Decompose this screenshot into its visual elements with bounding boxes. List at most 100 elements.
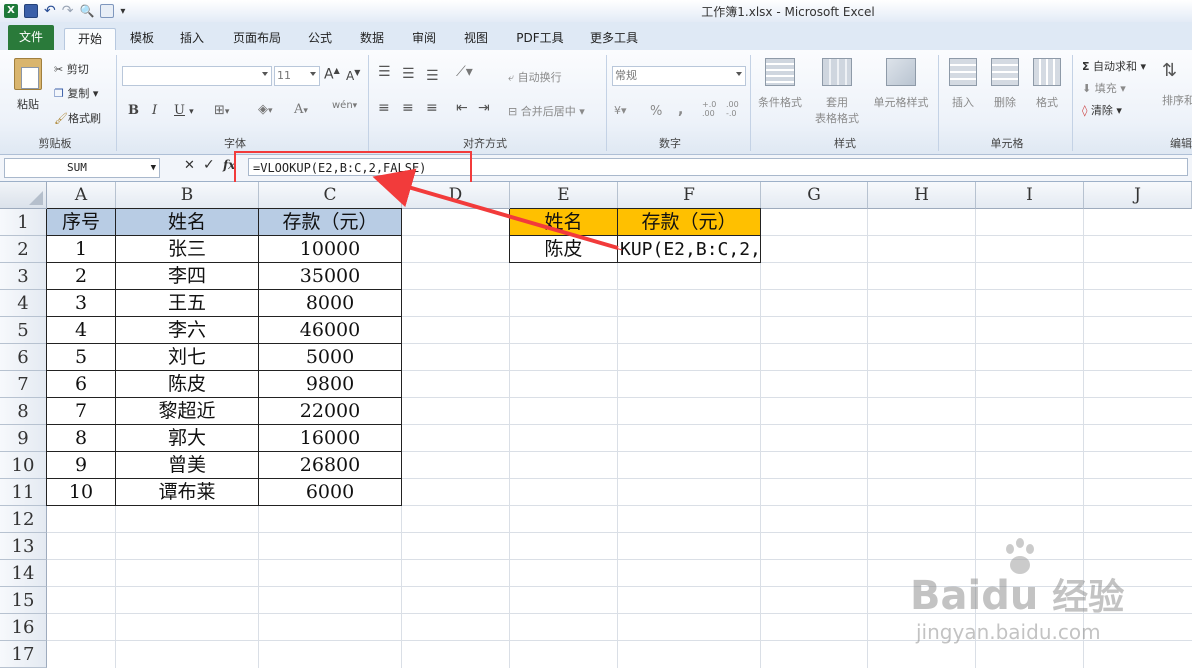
row-header[interactable]: 9 bbox=[0, 425, 47, 452]
percent-button[interactable]: % bbox=[650, 104, 662, 119]
conditional-format-button[interactable]: 条件格式 bbox=[756, 58, 804, 110]
lookup-header-cell[interactable]: 姓名 bbox=[510, 209, 618, 236]
table-cell[interactable]: 谭布莱 bbox=[116, 479, 259, 506]
column-header-e[interactable]: E bbox=[510, 182, 618, 209]
fill-color-button[interactable]: ◈▾ bbox=[258, 102, 273, 117]
row-header[interactable]: 13 bbox=[0, 533, 47, 560]
delete-cells-button[interactable]: 删除 bbox=[988, 58, 1022, 110]
phonetic-button[interactable]: wén▾ bbox=[332, 100, 357, 111]
row-header[interactable]: 8 bbox=[0, 398, 47, 425]
increase-indent-icon[interactable]: ⇥ bbox=[478, 100, 490, 116]
table-cell[interactable]: 李六 bbox=[116, 317, 259, 344]
cut-button[interactable]: ✂ 剪切 bbox=[54, 61, 89, 77]
tab-pdf-tools[interactable]: PDF工具 bbox=[508, 28, 572, 50]
tab-insert[interactable]: 插入 bbox=[170, 28, 214, 50]
table-cell[interactable]: 2 bbox=[47, 263, 116, 290]
row-header[interactable]: 15 bbox=[0, 587, 47, 614]
tab-file[interactable]: 文件 bbox=[8, 25, 54, 50]
column-header-g[interactable]: G bbox=[761, 182, 868, 209]
autosum-button[interactable]: Σ 自动求和 ▾ bbox=[1082, 58, 1146, 74]
align-bottom-icon[interactable]: ☰ bbox=[426, 68, 439, 84]
table-cell[interactable]: 3 bbox=[47, 290, 116, 317]
row-header[interactable]: 16 bbox=[0, 614, 47, 641]
table-cell[interactable]: 7 bbox=[47, 398, 116, 425]
table-cell[interactable]: 22000 bbox=[259, 398, 402, 425]
bold-button[interactable]: B bbox=[128, 103, 139, 118]
lookup-name-cell[interactable]: 陈皮 bbox=[510, 236, 618, 263]
row-header[interactable]: 3 bbox=[0, 263, 47, 290]
table-cell[interactable]: 6000 bbox=[259, 479, 402, 506]
table-cell[interactable]: 陈皮 bbox=[116, 371, 259, 398]
underline-button[interactable]: U ▾ bbox=[174, 103, 194, 118]
tab-view[interactable]: 视图 bbox=[454, 28, 498, 50]
row-header[interactable]: 12 bbox=[0, 506, 47, 533]
border-button[interactable]: ⊞▾ bbox=[214, 103, 229, 118]
row-header[interactable]: 4 bbox=[0, 290, 47, 317]
tab-review[interactable]: 审阅 bbox=[402, 28, 446, 50]
table-cell[interactable]: 16000 bbox=[259, 425, 402, 452]
row-header[interactable]: 1 bbox=[0, 209, 47, 236]
grow-font-button[interactable]: A▲ bbox=[324, 66, 340, 83]
decrease-indent-icon[interactable]: ⇤ bbox=[456, 100, 468, 116]
column-header-c[interactable]: C bbox=[259, 182, 402, 209]
table-cell[interactable]: 王五 bbox=[116, 290, 259, 317]
table-cell[interactable]: 1 bbox=[47, 236, 116, 263]
table-cell[interactable]: 10000 bbox=[259, 236, 402, 263]
clear-button[interactable]: ◊ 清除 ▾ bbox=[1082, 102, 1122, 118]
select-all-corner[interactable] bbox=[0, 182, 47, 209]
lookup-result-cell-editing[interactable]: KUP(E2,B:C,2,F bbox=[618, 236, 761, 263]
font-name-select[interactable] bbox=[122, 66, 272, 86]
table-cell[interactable]: 曾美 bbox=[116, 452, 259, 479]
column-header-d[interactable]: D bbox=[402, 182, 510, 209]
align-center-icon[interactable]: ≡ bbox=[402, 100, 414, 116]
table-cell[interactable]: 8000 bbox=[259, 290, 402, 317]
tab-data[interactable]: 数据 bbox=[350, 28, 394, 50]
copy-button[interactable]: ❐ 复制 ▾ bbox=[54, 85, 98, 101]
table-cell[interactable]: 5 bbox=[47, 344, 116, 371]
name-box-dropdown-icon[interactable]: ▼ bbox=[151, 159, 156, 177]
row-header[interactable]: 17 bbox=[0, 641, 47, 668]
paste-button[interactable]: 粘贴 bbox=[10, 58, 46, 118]
table-header-cell[interactable]: 序号 bbox=[47, 209, 116, 236]
tab-page-layout[interactable]: 页面布局 bbox=[224, 28, 290, 50]
column-header-a[interactable]: A bbox=[47, 182, 116, 209]
tab-more-tools[interactable]: 更多工具 bbox=[582, 28, 646, 50]
number-format-select[interactable]: 常规 bbox=[612, 66, 746, 86]
table-cell[interactable]: 35000 bbox=[259, 263, 402, 290]
sort-filter-button[interactable]: ⇅ 排序和 bbox=[1162, 58, 1192, 108]
name-box[interactable]: SUM ▼ bbox=[4, 158, 160, 178]
enter-entry-icon[interactable]: ✓ bbox=[203, 157, 215, 173]
comma-button[interactable]: , bbox=[678, 102, 683, 118]
lookup-header-cell[interactable]: 存款（元） bbox=[618, 209, 761, 236]
format-as-table-button[interactable]: 套用 表格格式 bbox=[810, 58, 864, 126]
row-header[interactable]: 2 bbox=[0, 236, 47, 263]
table-cell[interactable]: 李四 bbox=[116, 263, 259, 290]
table-cell[interactable]: 张三 bbox=[116, 236, 259, 263]
row-header[interactable]: 6 bbox=[0, 344, 47, 371]
column-header-j[interactable]: J bbox=[1084, 182, 1192, 209]
table-cell[interactable]: 10 bbox=[47, 479, 116, 506]
table-cell[interactable]: 刘七 bbox=[116, 344, 259, 371]
font-color-button[interactable]: A▾ bbox=[294, 102, 308, 117]
row-header[interactable]: 14 bbox=[0, 560, 47, 587]
italic-button[interactable]: I bbox=[152, 103, 157, 118]
orientation-icon[interactable]: ⟋▾ bbox=[456, 64, 473, 80]
table-cell[interactable]: 26800 bbox=[259, 452, 402, 479]
row-header[interactable]: 10 bbox=[0, 452, 47, 479]
align-middle-icon[interactable]: ☰ bbox=[402, 66, 415, 82]
table-header-cell[interactable]: 姓名 bbox=[116, 209, 259, 236]
cell-styles-button[interactable]: 单元格样式 bbox=[870, 58, 932, 110]
shrink-font-button[interactable]: A▼ bbox=[346, 68, 360, 83]
tab-formulas[interactable]: 公式 bbox=[298, 28, 342, 50]
column-header-h[interactable]: H bbox=[868, 182, 976, 209]
wrap-text-button[interactable]: ⤶ 自动换行 bbox=[508, 69, 562, 85]
table-cell[interactable]: 4 bbox=[47, 317, 116, 344]
insert-cells-button[interactable]: 插入 bbox=[946, 58, 980, 110]
table-cell[interactable]: 郭大 bbox=[116, 425, 259, 452]
table-header-cell[interactable]: 存款（元） bbox=[259, 209, 402, 236]
merge-center-button[interactable]: ⊟ 合并后居中 ▾ bbox=[508, 103, 585, 119]
tab-home[interactable]: 开始 bbox=[64, 28, 116, 51]
column-header-i[interactable]: I bbox=[976, 182, 1084, 209]
format-cells-button[interactable]: 格式 bbox=[1030, 58, 1064, 110]
decrease-decimal-button[interactable]: .00 -.0 bbox=[726, 100, 739, 118]
